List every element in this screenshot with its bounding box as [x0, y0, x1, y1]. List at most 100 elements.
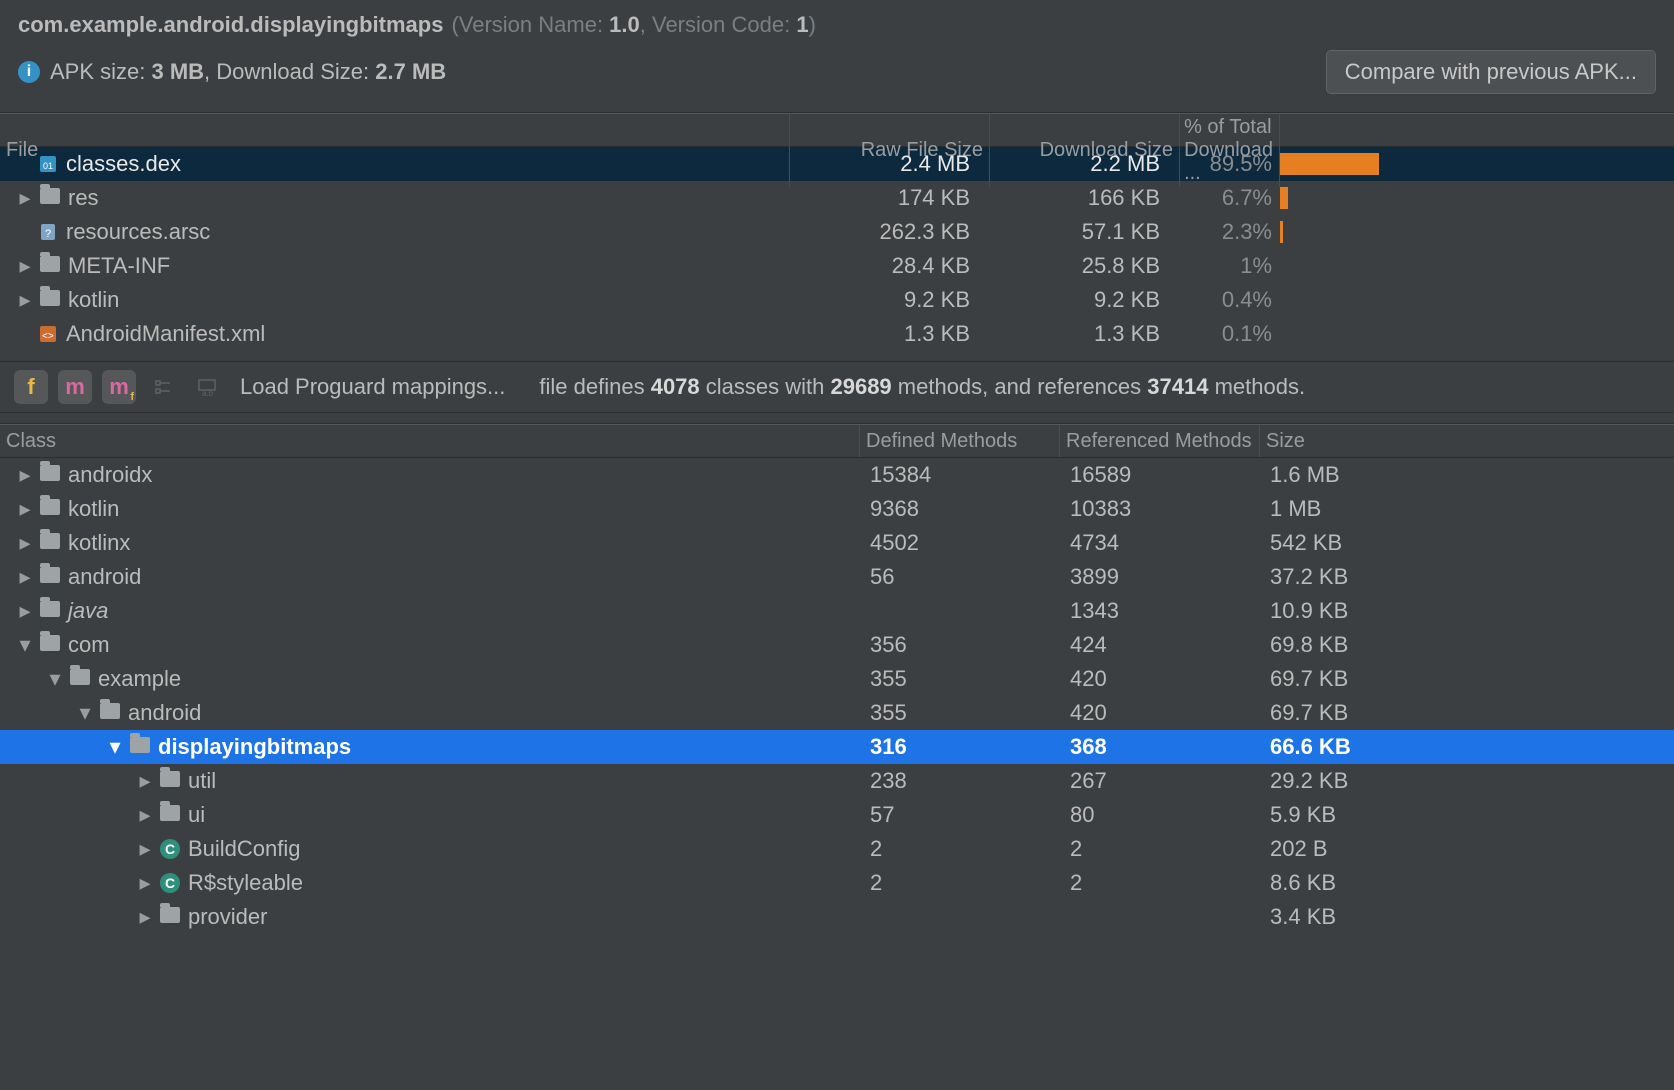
percent: 1%: [1180, 253, 1280, 279]
class-row[interactable]: ▸CR$styleable228.6 KB: [0, 866, 1674, 900]
class-row[interactable]: ▸androidx15384165891.6 MB: [0, 458, 1674, 492]
defined-methods: 56: [860, 564, 1060, 590]
folder-icon: [40, 601, 60, 617]
folder-icon: [40, 465, 60, 481]
file-name: AndroidManifest.xml: [66, 321, 265, 347]
expand-chevron-icon[interactable]: ▸: [18, 185, 32, 211]
load-proguard-mappings-link[interactable]: Load Proguard mappings...: [240, 374, 505, 400]
class-size: 1 MB: [1260, 496, 1460, 522]
col-size[interactable]: Size: [1260, 425, 1460, 457]
expand-chevron-icon[interactable]: ▾: [18, 632, 32, 658]
file-row[interactable]: ▸res174 KB166 KB6.7%: [0, 181, 1674, 215]
class-name: BuildConfig: [188, 836, 301, 862]
xml-file-icon: <>: [38, 324, 58, 344]
folder-icon: [40, 567, 60, 583]
class-row[interactable]: ▸android56389937.2 KB: [0, 560, 1674, 594]
percent: 2.3%: [1180, 219, 1280, 245]
file-row[interactable]: ▸META-INF28.4 KB25.8 KB1%: [0, 249, 1674, 283]
file-row[interactable]: 01classes.dex2.4 MB2.2 MB89.5%: [0, 147, 1674, 181]
raw-size: 2.4 MB: [790, 151, 990, 177]
percent-bar: [1280, 249, 1390, 283]
class-name: kotlin: [68, 496, 119, 522]
percent-bar: [1280, 317, 1390, 351]
defined-methods: 15384: [860, 462, 1060, 488]
expand-chevron-icon[interactable]: ▾: [48, 666, 62, 692]
referenced-methods: 80: [1060, 802, 1260, 828]
defined-methods: 316: [860, 734, 1060, 760]
expand-chevron-icon[interactable]: ▸: [138, 870, 152, 896]
filter-methods-button[interactable]: m: [58, 370, 92, 404]
file-name: classes.dex: [66, 151, 181, 177]
percent: 0.1%: [1180, 321, 1280, 347]
expand-chevron-icon[interactable]: ▸: [138, 802, 152, 828]
percent: 0.4%: [1180, 287, 1280, 313]
compare-previous-apk-button[interactable]: Compare with previous APK...: [1326, 50, 1656, 94]
class-size: 202 B: [1260, 836, 1460, 862]
referenced-methods: 3899: [1060, 564, 1260, 590]
filter-fields-button[interactable]: f: [14, 370, 48, 404]
expand-chevron-icon[interactable]: ▸: [18, 496, 32, 522]
file-name: META-INF: [68, 253, 170, 279]
expand-chevron-icon[interactable]: ▸: [138, 836, 152, 862]
expand-chevron-icon[interactable]: ▸: [18, 253, 32, 279]
class-row[interactable]: ▾displayingbitmaps31636866.6 KB: [0, 730, 1674, 764]
class-row[interactable]: ▾example35542069.7 KB: [0, 662, 1674, 696]
file-name: resources.arsc: [66, 219, 210, 245]
percent: 6.7%: [1180, 185, 1280, 211]
expand-chevron-icon[interactable]: ▸: [138, 768, 152, 794]
class-size: 66.6 KB: [1260, 734, 1460, 760]
class-row[interactable]: ▾com35642469.8 KB: [0, 628, 1674, 662]
download-size: 166 KB: [990, 185, 1180, 211]
folder-icon: [40, 188, 60, 204]
expand-chevron-icon[interactable]: ▸: [18, 598, 32, 624]
class-size: 5.9 KB: [1260, 802, 1460, 828]
class-name: android: [128, 700, 201, 726]
class-row[interactable]: ▸kotlin9368103831 MB: [0, 492, 1674, 526]
class-table: Class Defined Methods Referenced Methods…: [0, 423, 1674, 934]
file-name: kotlin: [68, 287, 119, 313]
expand-chevron-icon[interactable]: ▸: [18, 462, 32, 488]
defined-methods: 57: [860, 802, 1060, 828]
class-table-header: Class Defined Methods Referenced Methods…: [0, 424, 1674, 458]
svg-text:a.b: a.b: [202, 389, 214, 397]
file-row[interactable]: ?resources.arsc262.3 KB57.1 KB2.3%: [0, 215, 1674, 249]
info-icon: i: [18, 61, 40, 83]
col-referenced[interactable]: Referenced Methods: [1060, 425, 1260, 457]
class-row[interactable]: ▸kotlinx45024734542 KB: [0, 526, 1674, 560]
class-size: 29.2 KB: [1260, 768, 1460, 794]
referenced-methods: 267: [1060, 768, 1260, 794]
class-size: 69.7 KB: [1260, 700, 1460, 726]
expand-chevron-icon[interactable]: ▾: [108, 734, 122, 760]
class-name: android: [68, 564, 141, 590]
expand-chevron-icon[interactable]: ▸: [18, 530, 32, 556]
percent-bar: [1280, 283, 1390, 317]
file-table: File Raw File Size Download Size % of To…: [0, 112, 1674, 351]
expand-chevron-icon[interactable]: ▸: [138, 904, 152, 930]
class-row[interactable]: ▸java134310.9 KB: [0, 594, 1674, 628]
filter-referenced-button[interactable]: mf: [102, 370, 136, 404]
defined-methods: 355: [860, 666, 1060, 692]
file-row[interactable]: ▸kotlin9.2 KB9.2 KB0.4%: [0, 283, 1674, 317]
folder-icon: [70, 669, 90, 685]
expand-chevron-icon[interactable]: ▸: [18, 287, 32, 313]
apk-header: com.example.android.displayingbitmaps (V…: [0, 0, 1674, 102]
class-name: kotlinx: [68, 530, 130, 556]
file-table-header: File Raw File Size Download Size % of To…: [0, 113, 1674, 147]
class-row[interactable]: ▸provider3.4 KB: [0, 900, 1674, 934]
svg-text:?: ?: [45, 228, 51, 240]
percent-bar: [1280, 147, 1390, 181]
folder-icon: [160, 771, 180, 787]
referenced-methods: 420: [1060, 666, 1260, 692]
col-defined[interactable]: Defined Methods: [860, 425, 1060, 457]
class-row[interactable]: ▸util23826729.2 KB: [0, 764, 1674, 798]
expand-chevron-icon[interactable]: ▸: [18, 564, 32, 590]
class-row[interactable]: ▸ui57805.9 KB: [0, 798, 1674, 832]
class-size: 8.6 KB: [1260, 870, 1460, 896]
download-size: 1.3 KB: [990, 321, 1180, 347]
folder-icon: [130, 737, 150, 753]
defined-methods: 2: [860, 836, 1060, 862]
expand-chevron-icon[interactable]: ▾: [78, 700, 92, 726]
file-row[interactable]: <>AndroidManifest.xml1.3 KB1.3 KB0.1%: [0, 317, 1674, 351]
class-row[interactable]: ▾android35542069.7 KB: [0, 696, 1674, 730]
class-row[interactable]: ▸CBuildConfig22202 B: [0, 832, 1674, 866]
